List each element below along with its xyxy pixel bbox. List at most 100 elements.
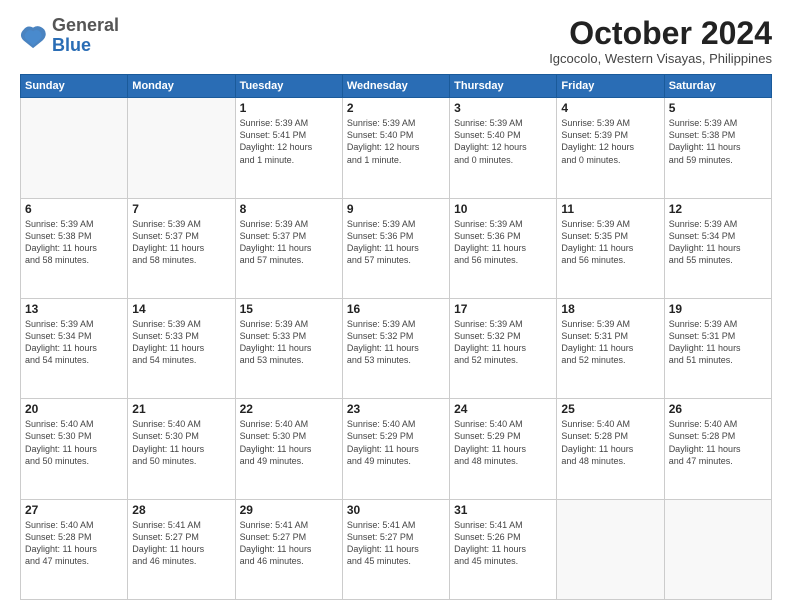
week-row-1: 6Sunrise: 5:39 AM Sunset: 5:38 PM Daylig… (21, 198, 772, 298)
logo-icon (20, 22, 48, 50)
cell-info: Sunrise: 5:39 AM Sunset: 5:33 PM Dayligh… (132, 318, 230, 367)
day-number: 25 (561, 402, 659, 416)
weekday-header-sunday: Sunday (21, 75, 128, 98)
logo: General Blue (20, 16, 119, 56)
calendar-cell (21, 98, 128, 198)
day-number: 27 (25, 503, 123, 517)
day-number: 16 (347, 302, 445, 316)
day-number: 13 (25, 302, 123, 316)
calendar-cell: 16 Sunrise: 5:39 AM Sunset: 5:32 PM Dayli… (342, 298, 449, 398)
cell-info: Sunrise: 5:39 AM Sunset: 5:34 PM Dayligh… (25, 318, 123, 367)
day-number: 21 (132, 402, 230, 416)
cell-info: Sunrise: 5:40 AM Sunset: 5:28 PM Dayligh… (561, 418, 659, 467)
week-row-2: 13 Sunrise: 5:39 AM Sunset: 5:34 PM Dayli… (21, 298, 772, 398)
logo-text: General Blue (52, 16, 119, 56)
day-number: 14 (132, 302, 230, 316)
calendar-cell: 28 Sunrise: 5:41 AM Sunset: 5:27 PM Dayli… (128, 499, 235, 599)
calendar-cell: 19Sunrise: 5:39 AM Sunset: 5:31 PM Dayli… (664, 298, 771, 398)
cell-info: Sunrise: 5:40 AM Sunset: 5:30 PM Dayligh… (240, 418, 338, 467)
weekday-header-saturday: Saturday (664, 75, 771, 98)
calendar-cell (128, 98, 235, 198)
calendar-cell: 1Sunrise: 5:39 AM Sunset: 5:41 PM Daylig… (235, 98, 342, 198)
day-number: 1 (240, 101, 338, 115)
calendar-cell: 24Sunrise: 5:40 AM Sunset: 5:29 PM Dayli… (450, 399, 557, 499)
calendar-cell: 15 Sunrise: 5:39 AM Sunset: 5:33 PM Dayli… (235, 298, 342, 398)
day-number: 3 (454, 101, 552, 115)
calendar-cell: 3 Sunrise: 5:39 AM Sunset: 5:40 PM Daylig… (450, 98, 557, 198)
calendar-cell: 13 Sunrise: 5:39 AM Sunset: 5:34 PM Dayli… (21, 298, 128, 398)
weekday-header-monday: Monday (128, 75, 235, 98)
day-number: 28 (132, 503, 230, 517)
weekday-header-wednesday: Wednesday (342, 75, 449, 98)
calendar-cell: 8 Sunrise: 5:39 AM Sunset: 5:37 PM Daylig… (235, 198, 342, 298)
cell-info: Sunrise: 5:41 AM Sunset: 5:27 PM Dayligh… (132, 519, 230, 568)
week-row-4: 27Sunrise: 5:40 AM Sunset: 5:28 PM Dayli… (21, 499, 772, 599)
weekday-header-friday: Friday (557, 75, 664, 98)
day-number: 10 (454, 202, 552, 216)
header: General Blue October 2024 Igcocolo, West… (20, 16, 772, 66)
day-number: 17 (454, 302, 552, 316)
day-number: 31 (454, 503, 552, 517)
day-number: 15 (240, 302, 338, 316)
cell-info: Sunrise: 5:40 AM Sunset: 5:29 PM Dayligh… (347, 418, 445, 467)
calendar-cell: 11 Sunrise: 5:39 AM Sunset: 5:35 PM Dayli… (557, 198, 664, 298)
calendar-table: SundayMondayTuesdayWednesdayThursdayFrid… (20, 74, 772, 600)
title-area: October 2024 Igcocolo, Western Visayas, … (549, 16, 772, 66)
day-number: 19 (669, 302, 767, 316)
location: Igcocolo, Western Visayas, Philippines (549, 51, 772, 66)
day-number: 8 (240, 202, 338, 216)
calendar-cell: 7 Sunrise: 5:39 AM Sunset: 5:37 PM Daylig… (128, 198, 235, 298)
calendar-cell: 4 Sunrise: 5:39 AM Sunset: 5:39 PM Daylig… (557, 98, 664, 198)
day-number: 23 (347, 402, 445, 416)
calendar-cell: 29Sunrise: 5:41 AM Sunset: 5:27 PM Dayli… (235, 499, 342, 599)
cell-info: Sunrise: 5:39 AM Sunset: 5:40 PM Dayligh… (347, 117, 445, 166)
day-number: 4 (561, 101, 659, 115)
calendar-cell: 25 Sunrise: 5:40 AM Sunset: 5:28 PM Dayli… (557, 399, 664, 499)
calendar-cell (664, 499, 771, 599)
calendar-cell: 2 Sunrise: 5:39 AM Sunset: 5:40 PM Daylig… (342, 98, 449, 198)
cell-info: Sunrise: 5:39 AM Sunset: 5:32 PM Dayligh… (454, 318, 552, 367)
weekday-header-row: SundayMondayTuesdayWednesdayThursdayFrid… (21, 75, 772, 98)
cell-info: Sunrise: 5:40 AM Sunset: 5:30 PM Dayligh… (132, 418, 230, 467)
calendar-cell: 18Sunrise: 5:39 AM Sunset: 5:31 PM Dayli… (557, 298, 664, 398)
calendar-cell: 10 Sunrise: 5:39 AM Sunset: 5:36 PM Dayli… (450, 198, 557, 298)
calendar-cell: 27Sunrise: 5:40 AM Sunset: 5:28 PM Dayli… (21, 499, 128, 599)
calendar-cell: 17 Sunrise: 5:39 AM Sunset: 5:32 PM Dayli… (450, 298, 557, 398)
day-number: 29 (240, 503, 338, 517)
week-row-0: 1Sunrise: 5:39 AM Sunset: 5:41 PM Daylig… (21, 98, 772, 198)
cell-info: Sunrise: 5:39 AM Sunset: 5:33 PM Dayligh… (240, 318, 338, 367)
cell-info: Sunrise: 5:39 AM Sunset: 5:36 PM Dayligh… (347, 218, 445, 267)
calendar-cell: 26 Sunrise: 5:40 AM Sunset: 5:28 PM Dayli… (664, 399, 771, 499)
calendar-cell: 23 Sunrise: 5:40 AM Sunset: 5:29 PM Dayli… (342, 399, 449, 499)
cell-info: Sunrise: 5:39 AM Sunset: 5:40 PM Dayligh… (454, 117, 552, 166)
cell-info: Sunrise: 5:39 AM Sunset: 5:38 PM Dayligh… (669, 117, 767, 166)
day-number: 30 (347, 503, 445, 517)
day-number: 26 (669, 402, 767, 416)
page: General Blue October 2024 Igcocolo, West… (0, 0, 792, 612)
week-row-3: 20Sunrise: 5:40 AM Sunset: 5:30 PM Dayli… (21, 399, 772, 499)
weekday-header-tuesday: Tuesday (235, 75, 342, 98)
calendar-cell: 21 Sunrise: 5:40 AM Sunset: 5:30 PM Dayli… (128, 399, 235, 499)
calendar-cell: 12Sunrise: 5:39 AM Sunset: 5:34 PM Dayli… (664, 198, 771, 298)
cell-info: Sunrise: 5:39 AM Sunset: 5:38 PM Dayligh… (25, 218, 123, 267)
day-number: 2 (347, 101, 445, 115)
cell-info: Sunrise: 5:39 AM Sunset: 5:39 PM Dayligh… (561, 117, 659, 166)
day-number: 22 (240, 402, 338, 416)
cell-info: Sunrise: 5:41 AM Sunset: 5:26 PM Dayligh… (454, 519, 552, 568)
month-title: October 2024 (549, 16, 772, 51)
day-number: 7 (132, 202, 230, 216)
cell-info: Sunrise: 5:39 AM Sunset: 5:36 PM Dayligh… (454, 218, 552, 267)
cell-info: Sunrise: 5:39 AM Sunset: 5:37 PM Dayligh… (132, 218, 230, 267)
cell-info: Sunrise: 5:39 AM Sunset: 5:32 PM Dayligh… (347, 318, 445, 367)
calendar-cell: 20Sunrise: 5:40 AM Sunset: 5:30 PM Dayli… (21, 399, 128, 499)
cell-info: Sunrise: 5:40 AM Sunset: 5:30 PM Dayligh… (25, 418, 123, 467)
calendar-cell: 9 Sunrise: 5:39 AM Sunset: 5:36 PM Daylig… (342, 198, 449, 298)
cell-info: Sunrise: 5:39 AM Sunset: 5:37 PM Dayligh… (240, 218, 338, 267)
day-number: 11 (561, 202, 659, 216)
day-number: 9 (347, 202, 445, 216)
day-number: 12 (669, 202, 767, 216)
cell-info: Sunrise: 5:39 AM Sunset: 5:35 PM Dayligh… (561, 218, 659, 267)
logo-blue: Blue (52, 35, 91, 55)
cell-info: Sunrise: 5:40 AM Sunset: 5:28 PM Dayligh… (669, 418, 767, 467)
calendar-cell (557, 499, 664, 599)
